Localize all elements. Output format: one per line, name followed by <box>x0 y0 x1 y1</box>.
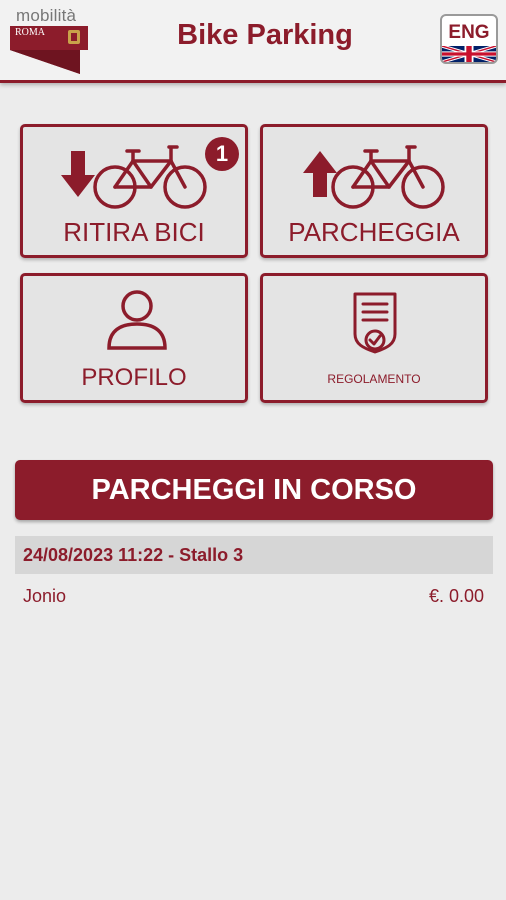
parcheggia-button[interactable]: PARCHEGGIA <box>260 124 488 258</box>
tile-label: PARCHEGGIA <box>288 217 460 247</box>
parking-location: Jonio <box>23 586 67 606</box>
pending-count-badge: 1 <box>205 137 239 171</box>
parking-entry-datetime: 24/08/2023 11:22 - Stallo 3 <box>23 545 244 565</box>
uk-flag-icon <box>442 46 496 62</box>
parcheggi-in-corso-button[interactable]: PARCHEGGI IN CORSO <box>15 460 493 520</box>
bike-down-icon <box>61 145 207 209</box>
regolamento-button[interactable]: REGOLAMENTO <box>260 273 488 403</box>
bike-up-icon <box>303 145 445 209</box>
parking-price: €. 0.00 <box>428 586 484 606</box>
tile-label: REGOLAMENTO <box>327 372 421 386</box>
language-label: ENG <box>448 22 490 43</box>
ritira-bici-button[interactable]: 1 RITIRA BICI <box>20 124 248 258</box>
app-header: mobilità ROMA Bike Parking ENG <box>0 0 506 83</box>
language-switch-button[interactable]: ENG <box>440 14 498 64</box>
user-icon <box>107 290 167 350</box>
parking-entry-header[interactable]: 24/08/2023 11:22 - Stallo 3 <box>15 536 493 574</box>
tile-label: PROFILO <box>81 364 187 391</box>
profilo-button[interactable]: PROFILO <box>20 273 248 403</box>
tile-label: RITIRA BICI <box>63 217 205 247</box>
parking-entry-row[interactable]: Jonio €. 0.00 <box>15 578 493 618</box>
page-title: Bike Parking <box>177 19 353 51</box>
regulation-document-icon <box>353 292 397 354</box>
logo-roma-text: ROMA <box>15 27 46 38</box>
